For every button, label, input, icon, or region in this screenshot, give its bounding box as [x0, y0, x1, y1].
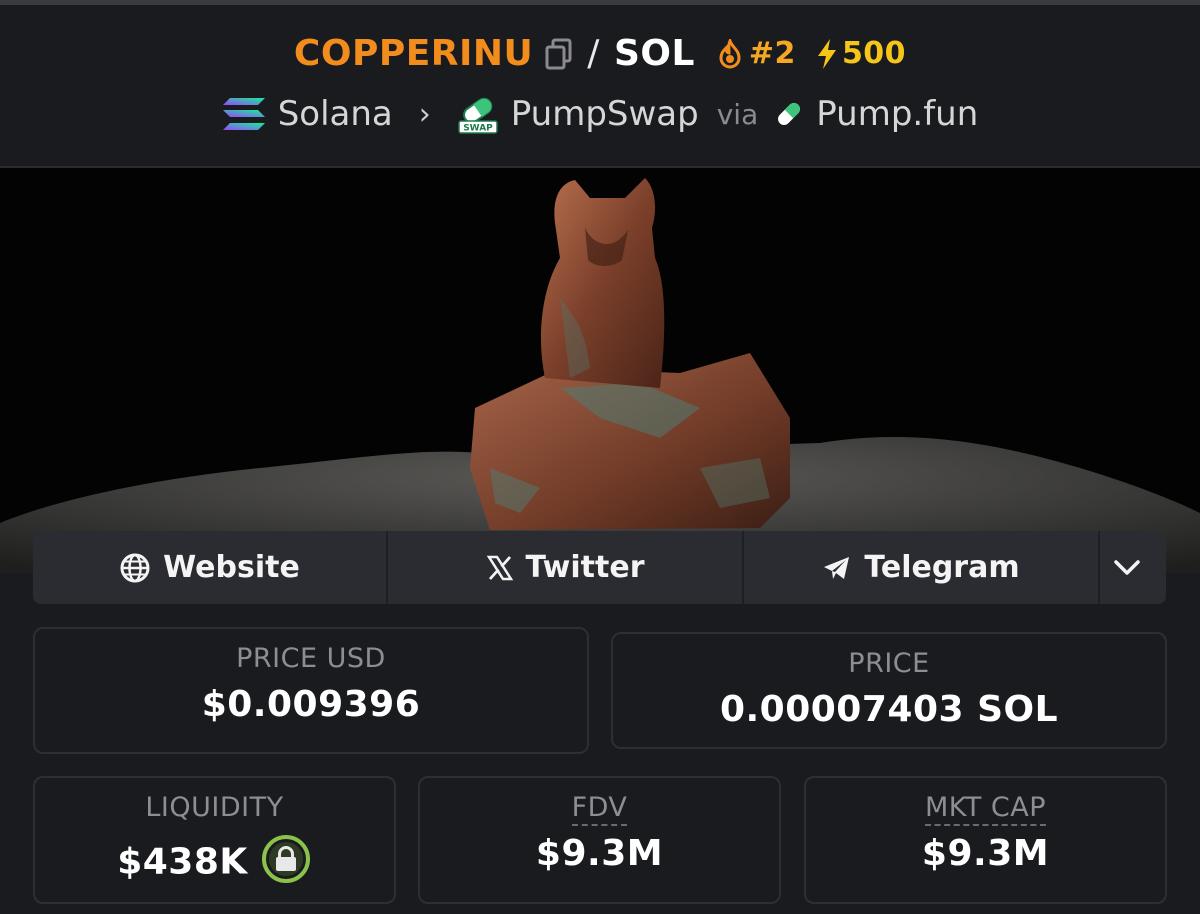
telegram-icon: [824, 556, 850, 579]
liquidity-card: LIQUIDITY $438K: [33, 776, 396, 904]
more-links-button[interactable]: [1100, 531, 1166, 604]
telegram-button[interactable]: Telegram: [744, 531, 1100, 604]
price-usd-label: PRICE USD: [236, 643, 386, 674]
lightning-icon: [817, 38, 836, 69]
pair-route: Solana › SWAP PumpSwap via Pump.fun: [0, 93, 1200, 135]
lock-icon[interactable]: [260, 833, 312, 894]
boost-badge[interactable]: 500: [816, 36, 906, 71]
liquidity-row: $438K: [35, 833, 394, 894]
pair-title: COPPERINU / SOL #2 500: [0, 33, 1200, 74]
website-label: Website: [163, 550, 300, 585]
market-cap-card: MKT CAP $9.3M: [804, 776, 1167, 904]
mktcap-label[interactable]: MKT CAP: [924, 792, 1047, 826]
boost-count: 500: [841, 36, 907, 71]
x-logo-icon: [486, 555, 513, 580]
price-usd-card: PRICE USD $0.009396: [33, 627, 589, 754]
twitter-label: Twitter: [525, 550, 645, 585]
price-usd-value: $0.009396: [201, 684, 421, 725]
fdv-label-wrap: FDV: [420, 792, 779, 826]
pair-separator: /: [587, 33, 600, 74]
fire-icon: [719, 38, 741, 68]
twitter-button[interactable]: Twitter: [388, 531, 744, 604]
price-native-value: 0.00007403 SOL: [719, 689, 1059, 730]
pill-icon: [778, 103, 801, 125]
fdv-label[interactable]: FDV: [571, 792, 628, 826]
globe-icon: [120, 553, 150, 582]
chevron-down-icon: [1114, 559, 1140, 575]
solana-logo-icon: [222, 98, 265, 130]
copy-icon[interactable]: [545, 38, 573, 70]
price-native-card: PRICE 0.00007403 SOL: [611, 632, 1167, 749]
pumpswap-logo-icon: SWAP: [458, 97, 498, 134]
chain-name[interactable]: Solana: [278, 94, 393, 134]
dex-name[interactable]: PumpSwap: [511, 94, 699, 134]
liquidity-value: $438K: [117, 841, 248, 883]
trending-rank[interactable]: #2: [717, 36, 796, 71]
website-button[interactable]: Website: [33, 531, 388, 604]
liquidity-label: LIQUIDITY: [145, 792, 284, 823]
via-label: via: [716, 97, 759, 131]
mktcap-value: $9.3M: [921, 833, 1050, 874]
quote-symbol: SOL: [613, 33, 695, 74]
fdv-card: FDV $9.3M: [418, 776, 781, 904]
price-native-label: PRICE: [848, 648, 930, 679]
pair-header: COPPERINU / SOL #2 500 Solana › SWAP Pum…: [0, 5, 1200, 168]
launchpad-name[interactable]: Pump.fun: [816, 94, 978, 134]
fdv-value: $9.3M: [535, 833, 664, 874]
social-links-bar: Website Twitter Telegram: [33, 531, 1166, 604]
token-banner-image: [0, 168, 1200, 573]
token-symbol: COPPERINU: [293, 33, 534, 74]
svg-text:SWAP: SWAP: [463, 124, 493, 134]
mktcap-label-wrap: MKT CAP: [806, 792, 1165, 826]
telegram-label: Telegram: [864, 550, 1020, 585]
trending-rank-value: #2: [748, 36, 796, 71]
chevron-right-icon: ›: [418, 96, 431, 132]
